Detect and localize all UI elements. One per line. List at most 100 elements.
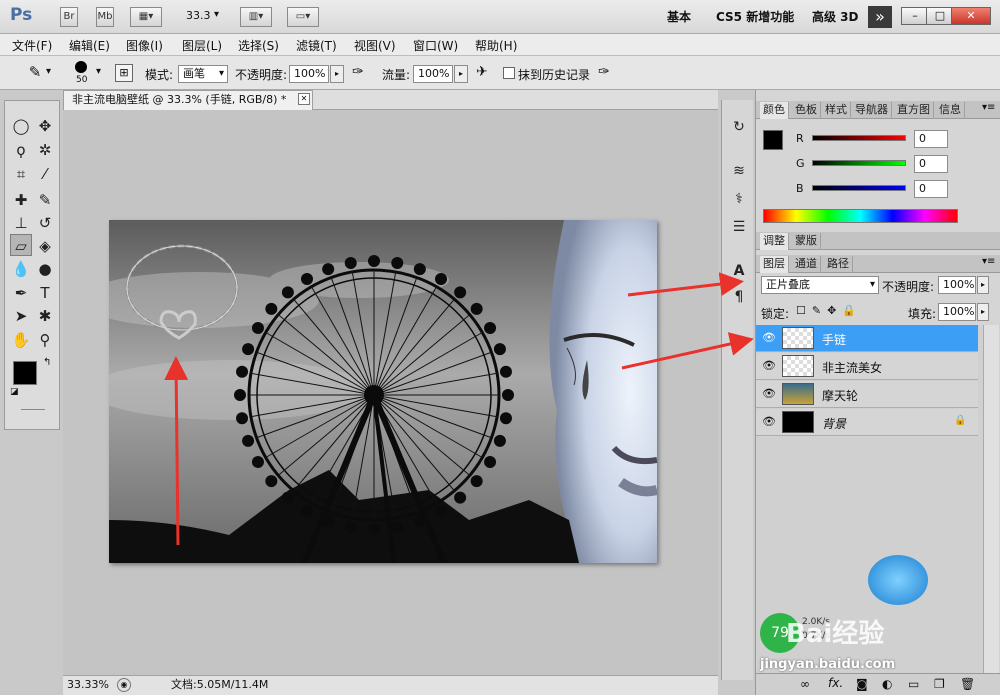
dodge-tool-icon[interactable]: ●	[34, 258, 56, 280]
brush-panel-icon[interactable]: ⊞	[115, 64, 133, 82]
menu-view[interactable]: 视图(V)	[354, 37, 396, 54]
tab-paths[interactable]: 路径	[824, 256, 853, 273]
flow-input[interactable]: 100%	[413, 65, 453, 83]
arrange-documents-button[interactable]: ▥▾	[240, 7, 272, 27]
opacity-slider-toggle[interactable]: ▸	[330, 65, 344, 83]
workspace-essentials[interactable]: 基本	[667, 8, 691, 25]
eyedropper-tool-icon[interactable]: ⁄	[34, 163, 56, 185]
paragraph-panel-icon[interactable]: ¶	[728, 286, 750, 308]
tab-navigator[interactable]: 导航器	[852, 102, 892, 119]
layer-visibility-eye-icon[interactable]: 👁	[762, 387, 776, 401]
document-image[interactable]	[109, 220, 657, 563]
status-zoom[interactable]: 33.33%	[67, 676, 109, 694]
zoom-tool-icon[interactable]: ⚲	[34, 329, 56, 351]
menu-help[interactable]: 帮助(H)	[475, 37, 517, 54]
blue-slider-track[interactable]	[812, 185, 906, 191]
layer-visibility-eye-icon[interactable]: 👁	[762, 415, 776, 429]
eraser-tool-icon[interactable]: ▱	[10, 234, 32, 256]
green-slider-track[interactable]	[812, 160, 906, 166]
layer-row-ferris-wheel[interactable]: 👁 摩天轮	[756, 381, 978, 408]
red-slider-track[interactable]	[812, 135, 906, 141]
minimize-icon[interactable]: –	[901, 7, 929, 25]
clone-source-icon[interactable]: ⚕	[728, 188, 750, 210]
trash-icon[interactable]: 🗑	[960, 677, 975, 691]
document-tab[interactable]: 非主流电脑壁纸 @ 33.3% (手链, RGB/8) * ✕	[63, 90, 313, 110]
magic-wand-tool-icon[interactable]: ✲	[34, 139, 56, 161]
marquee-tool-icon[interactable]: ◯	[10, 115, 32, 137]
eraser-preset-icon[interactable]: ✎	[22, 63, 48, 83]
layer-row-background[interactable]: 👁 背景 🔒	[756, 409, 978, 436]
screen-mode-button[interactable]: ▭▾	[287, 7, 319, 27]
view-extras-button[interactable]: ▦▾	[130, 7, 162, 27]
layer-visibility-eye-icon[interactable]: 👁	[762, 359, 776, 373]
document-close-icon[interactable]: ✕	[298, 93, 310, 105]
tab-masks[interactable]: 蒙版	[792, 233, 821, 250]
path-selection-tool-icon[interactable]: ➤	[10, 305, 32, 327]
mini-bridge-button[interactable]: Mb	[96, 7, 114, 27]
flow-slider-toggle[interactable]: ▸	[454, 65, 468, 83]
menu-select[interactable]: 选择(S)	[238, 37, 279, 54]
close-icon[interactable]: ✕	[951, 7, 991, 25]
tab-color[interactable]: 颜色	[760, 102, 789, 119]
red-input[interactable]: 0	[914, 130, 948, 148]
menu-window[interactable]: 窗口(W)	[413, 37, 458, 54]
blend-mode-select[interactable]: 正片叠底 ▾	[761, 276, 879, 294]
workspace-advanced-3d[interactable]: 高级 3D	[812, 8, 859, 25]
blur-tool-icon[interactable]: 💧	[10, 258, 32, 280]
status-info-icon[interactable]: ◉	[117, 678, 131, 692]
layer-visibility-eye-icon[interactable]: 👁	[762, 331, 776, 345]
maximize-icon[interactable]: □	[926, 7, 954, 25]
layer-row-girl[interactable]: 👁 非主流美女	[756, 353, 978, 380]
brush-dropdown-icon[interactable]: ▾	[96, 66, 101, 77]
hand-tool-icon[interactable]: ✋	[10, 329, 32, 351]
opacity-input[interactable]: 100%	[289, 65, 329, 83]
color-panel-menu-icon[interactable]: ▾≡	[982, 102, 995, 113]
pen-tool-icon[interactable]: ✒	[10, 282, 32, 304]
layers-scrollbar[interactable]	[983, 325, 999, 673]
mode-select[interactable]: 画笔 ▾	[178, 65, 228, 83]
green-input[interactable]: 0	[914, 155, 948, 173]
clone-stamp-tool-icon[interactable]: ⊥	[10, 212, 32, 234]
move-tool-icon[interactable]: ✥	[34, 115, 56, 137]
tab-channels[interactable]: 通道	[792, 256, 821, 273]
brush-tool-icon[interactable]: ✎	[34, 189, 56, 211]
bridge-button[interactable]: Br	[60, 7, 78, 27]
layers-panel-menu-icon[interactable]: ▾≡	[982, 256, 995, 267]
character-panel-icon[interactable]: A	[728, 260, 750, 282]
more-workspaces-icon[interactable]: »	[868, 6, 892, 28]
fill-toggle[interactable]: ▸	[977, 303, 989, 321]
color-ramp[interactable]	[763, 209, 958, 223]
layer-row-bracelet[interactable]: 👁 手链	[756, 325, 978, 352]
menu-edit[interactable]: 编辑(E)	[69, 37, 110, 54]
healing-brush-tool-icon[interactable]: ✚	[10, 189, 32, 211]
fill-input[interactable]: 100%	[938, 303, 976, 321]
lasso-tool-icon[interactable]: ϙ	[10, 139, 32, 161]
layer-opacity-input[interactable]: 100%	[938, 276, 976, 294]
zoom-level[interactable]: 33.3	[186, 9, 211, 22]
chevron-down-icon[interactable]: ▾	[46, 66, 51, 77]
blue-input[interactable]: 0	[914, 180, 948, 198]
swap-colors-icon[interactable]: ↰	[43, 357, 51, 368]
color-panel-foreground[interactable]	[763, 130, 783, 150]
tab-swatches[interactable]: 色板	[792, 102, 821, 119]
history-brush-tool-icon[interactable]: ↺	[34, 212, 56, 234]
type-tool-icon[interactable]: T	[34, 282, 56, 304]
workspace-cs5-new[interactable]: CS5 新增功能	[716, 8, 794, 25]
menu-filter[interactable]: 滤镜(T)	[296, 37, 337, 54]
layer-opacity-toggle[interactable]: ▸	[977, 276, 989, 294]
brush-presets-icon[interactable]: ≋	[728, 160, 750, 182]
tool-presets-icon[interactable]: ☰	[728, 216, 750, 238]
tab-histogram[interactable]: 直方图	[894, 102, 934, 119]
tab-layers[interactable]: 图层	[760, 256, 789, 273]
history-panel-icon[interactable]: ↻	[728, 116, 750, 138]
foreground-color-swatch[interactable]	[13, 361, 37, 385]
tab-info[interactable]: 信息	[936, 102, 965, 119]
airbrush-icon[interactable]: ✈	[476, 64, 488, 80]
lock-icons[interactable]: ☐✎✥🔒	[796, 304, 862, 317]
tab-styles[interactable]: 样式	[822, 102, 851, 119]
erase-history-checkbox[interactable]	[503, 67, 515, 79]
brush-tip-icon[interactable]	[75, 61, 87, 73]
menu-image[interactable]: 图像(I)	[126, 37, 163, 54]
zoom-dropdown-icon[interactable]: ▾	[214, 9, 219, 20]
crop-tool-icon[interactable]: ⌗	[10, 163, 32, 185]
